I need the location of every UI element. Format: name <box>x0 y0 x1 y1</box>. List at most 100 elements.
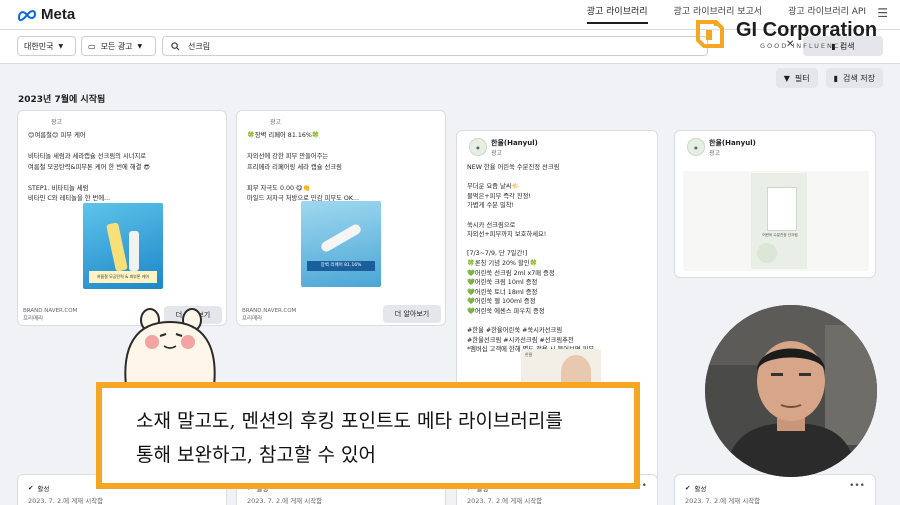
subtitle-line-1: 소재 말고도, 멘션의 후킹 포인트도 메타 라이브러리를 <box>136 410 563 432</box>
ad-text-line <box>28 142 216 153</box>
filter-button[interactable]: ▼ 필터 <box>775 68 818 88</box>
ad-text-line: 자외선에 강한 피부 만들어주는 <box>247 153 329 160</box>
ad-text-line: 💚어린쑥 젤 100ml 증정 <box>467 298 536 306</box>
advertiser-avatar[interactable]: ● <box>469 138 487 156</box>
hanyul-logo-icon: ● <box>476 144 480 150</box>
ad-advertiser: 프리메라 <box>23 316 44 322</box>
ad-domain: BRAND.NAVER.COM <box>23 308 78 314</box>
presenter-silhouette-icon <box>705 305 877 477</box>
save-search-button[interactable]: ▮ 검색 저장 <box>825 68 883 88</box>
sunscreen-tube-shape <box>129 231 139 271</box>
ad-label: 광고 <box>270 119 282 126</box>
monitor-icon: ▭ <box>88 41 96 51</box>
advertiser-name[interactable]: 한율(Hanyul) <box>709 138 756 148</box>
ad-text-line: 💚어린쑥 선크림 2ml x7매 증정 <box>467 269 555 277</box>
ad-label: 광고 <box>491 150 503 157</box>
save-search-button-label: 검색 저장 <box>843 73 875 83</box>
image-caption: 어린쑥 수분진정 선크림 <box>762 233 798 237</box>
hanyul-logo-icon: ● <box>694 144 698 150</box>
check-circle-icon: ✔ <box>28 484 34 492</box>
image-caption: 장벽 리페어 81.16% <box>307 261 375 271</box>
product-panel: 어린쑥 수분진정 선크림 <box>751 173 807 269</box>
cream-jar-shape <box>757 243 777 263</box>
ad-advertiser: 프리메라 <box>242 316 263 322</box>
ad-text-line: 🍀론칭 기념 20% 할인🍀 <box>467 259 538 267</box>
learn-more-button[interactable]: 더 알아보기 <box>383 305 441 323</box>
meta-infinity-icon <box>17 9 37 21</box>
ad-text-line <box>247 142 435 153</box>
start-date: 2023. 7. 2.에 게재 시작함 <box>247 497 323 505</box>
ad-text-line <box>467 211 647 221</box>
ad-text-line: 가볍게 수분 밀착! <box>467 202 515 210</box>
gi-logo-title: GI Corporation <box>736 19 878 41</box>
ad-type-dropdown-value: 모든 광고 <box>100 41 133 51</box>
search-icon <box>171 41 180 50</box>
section-title: 2023년 7월에 시작됨 <box>18 95 106 105</box>
status-label: 활성 <box>37 485 50 493</box>
ad-text-line: 피부 자극도 0.00 😋👏 <box>247 184 311 192</box>
ad-type-dropdown[interactable]: ▭ 모든 광고 ▼ <box>81 36 156 56</box>
ad-text-line: 자외선+피부까지 보호하세요! <box>467 231 547 239</box>
ad-text: 🍀장벽 리페어 81.16%🍀 자외선에 강한 피부 만들어주는 프리메라 리페… <box>247 131 435 205</box>
image-caption: 한율 <box>525 352 533 357</box>
ad-text-line: 💚어린쑥 크림 10ml 증정 <box>467 279 538 287</box>
ad-creative-image[interactable]: 여름철 모공탄력 & 피부톤 케어 <box>83 203 163 289</box>
country-dropdown-value: 대한민국 <box>24 41 54 51</box>
ad-text-line: 여름철 모공탄력&피부톤 케어 한 번에 해결 😎 <box>28 163 150 171</box>
serum-bottle-shape <box>106 222 128 272</box>
status-badge: ✔활성 <box>685 483 706 493</box>
ad-text-line: STEP1. 비타티놀 세럼 <box>28 184 89 192</box>
result-actions: ▼ 필터 ▮ 검색 저장 <box>775 68 883 88</box>
ad-card-1: 광고 😊여름철😊 피부 케어 비타티놀 세럼과 세라캡슐 선크림의 시너지로 여… <box>17 110 227 326</box>
ad-domain: BRAND.NAVER.COM <box>242 308 297 314</box>
ad-text-line <box>467 173 647 183</box>
country-dropdown[interactable]: 대한민국 ▼ <box>17 36 76 56</box>
ad-card-2: 광고 🍀장벽 리페어 81.16%🍀 자외선에 강한 피부 만들어주는 프리메라… <box>236 110 446 326</box>
ad-text-line: 물먹은+피부 즉각 진정! <box>467 192 531 200</box>
gi-logo-subtitle: GOOD INFLUENCE <box>760 42 847 50</box>
ad-text-line: 쑥시카 선크림으로 <box>467 221 516 229</box>
ad-text-line <box>467 240 647 250</box>
start-date: 2023. 7. 2.에 게재 시작함 <box>28 497 104 505</box>
ad-text-line: [7/3~7/9, 단 7일간!] <box>467 250 528 258</box>
gi-logo-icon <box>696 20 724 48</box>
meta-logo-text: Meta <box>41 6 76 23</box>
ad-card-4: ● 한율(Hanyul) 광고 어린쑥 수분진정 선크림 <box>674 130 876 278</box>
gi-corporation-logo: GI Corporation GOOD INFLUENCE <box>694 18 884 54</box>
more-options-icon[interactable]: ••• <box>849 481 865 491</box>
ad-label: 광고 <box>709 150 721 157</box>
ad-text-line: 프리메라 리페어링 세라 캡슐 선크림 <box>247 163 342 171</box>
ad-label: 광고 <box>51 119 63 126</box>
ad-text-line <box>467 317 647 327</box>
ad-text-line <box>247 173 435 184</box>
ad-text-line: 무더운 요즘 날씨🌤️ <box>467 183 520 191</box>
image-caption: 여름철 모공탄력 & 피부톤 케어 <box>89 271 157 283</box>
start-date: 2023. 7. 2.에 게재 시작함 <box>467 497 543 505</box>
ad-card-status-4: ✔ 활성 2023. 7. 2.에 게재 시작함 ••• <box>674 474 876 505</box>
advertiser-name[interactable]: 한율(Hanyul) <box>491 138 538 148</box>
ad-text-line <box>28 173 216 184</box>
ad-creative-image[interactable]: 장벽 리페어 81.16% <box>301 201 381 287</box>
status-badge: ✔활성 <box>28 483 49 493</box>
ad-text-line: 😊여름철😊 피부 케어 <box>28 132 86 139</box>
ad-text-line: 💚어린쑥 에센스 파우치 증정 <box>467 307 545 315</box>
bookmark-icon: ▮ <box>833 73 839 83</box>
funnel-icon: ▼ <box>783 73 790 83</box>
search-input-value: 선크림 <box>188 41 211 51</box>
caret-down-icon: ▼ <box>58 42 64 50</box>
product-box-shape <box>767 187 797 231</box>
mascot-character-icon <box>124 308 216 386</box>
subtitle-line-2: 통해 보완하고, 참고할 수 있어 <box>136 444 376 466</box>
start-date: 2023. 7. 2.에 게재 시작함 <box>685 497 761 505</box>
search-input[interactable]: 선크림 <box>162 36 708 56</box>
ad-text: 😊여름철😊 피부 케어 비타티놀 세럼과 세라캡슐 선크림의 시너지로 여름철 … <box>28 131 216 205</box>
ad-creative-image[interactable]: 어린쑥 수분진정 선크림 <box>683 171 869 271</box>
ad-text-line: NEW 한율 어린쑥 수분진정 선크림 <box>467 164 560 171</box>
check-circle-icon: ✔ <box>685 484 691 492</box>
nav-link-ad-library[interactable]: 광고 라이브러리 <box>586 4 648 24</box>
ad-text-line: 💚어린쑥 토너 18ml 증정 <box>467 288 538 296</box>
ad-text-line: 🍀장벽 리페어 81.16%🍀 <box>247 132 320 139</box>
meta-logo[interactable]: Meta <box>16 6 75 23</box>
webcam-presenter <box>705 305 877 477</box>
advertiser-avatar[interactable]: ● <box>687 138 705 156</box>
